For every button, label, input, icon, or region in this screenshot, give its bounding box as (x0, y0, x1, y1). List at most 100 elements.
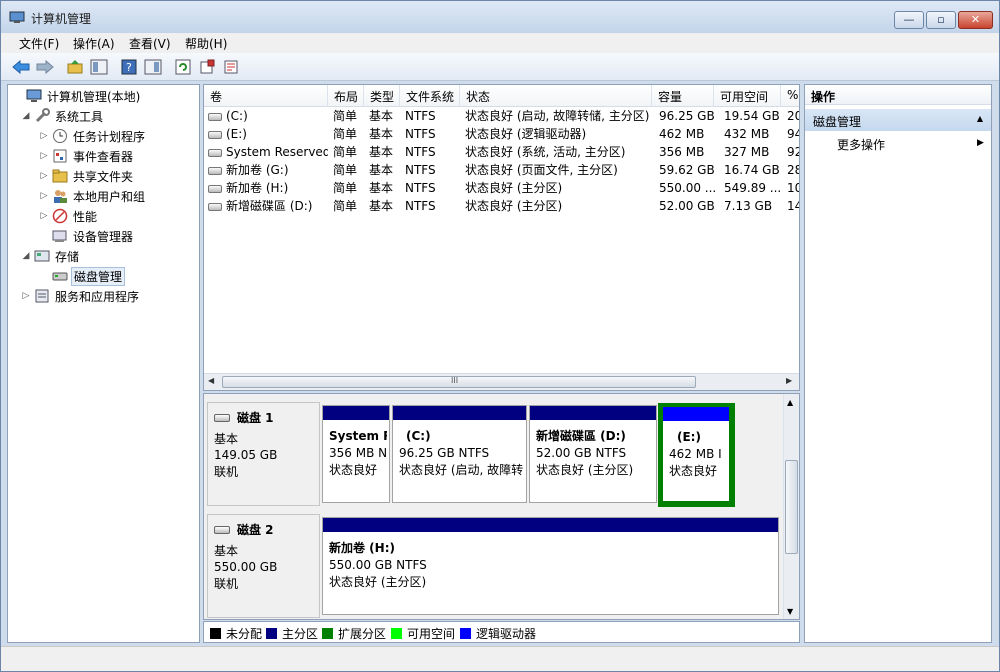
collapse-up-icon[interactable]: ▲ (977, 114, 983, 123)
table-row[interactable]: (E:) 简单基本 NTFS 状态良好 (逻辑驱动器) 462 MB 432 MB 94 (204, 125, 799, 143)
cell-percent: 10 (787, 179, 799, 197)
cell-type: 基本 (369, 143, 401, 161)
show-hide-action-pane-icon[interactable] (143, 57, 163, 77)
partition-h[interactable]: 新加卷 (H:) 550.00 GB NTFS 状态良好 (主分区) (322, 517, 779, 615)
refresh-icon[interactable] (173, 57, 193, 77)
forward-arrow-icon[interactable] (35, 57, 55, 77)
cell-layout: 简单 (333, 197, 365, 215)
scroll-up-icon[interactable]: ▲ (787, 398, 793, 407)
table-row[interactable]: 新加卷 (H:) 简单 基本 NTFS 状态良好 (主分区) 550.00 ... 549.… (204, 179, 799, 197)
horizontal-scrollbar[interactable]: ◀ III ▶ (204, 373, 799, 390)
title-bar[interactable]: 计算机管理 — ▫ ✕ (1, 1, 999, 33)
cell-status: 状态良好 (页面文件, 主分区) (465, 161, 655, 179)
table-row[interactable]: (C:) 简单 基本 NTFS 状态良好 (启动, 故障转储, 主分区) 96.25 GB… (204, 107, 799, 125)
minimize-button[interactable]: — (894, 11, 924, 29)
cell-text: 简单 (333, 127, 358, 141)
cell-text: 状态良好 (逻辑驱动器) (465, 127, 587, 141)
export-list-icon[interactable] (221, 57, 241, 77)
tree-item-system-tools[interactable]: ◢ 系统工具 (20, 107, 105, 125)
close-button[interactable]: ✕ (958, 11, 993, 29)
cell-text: 96.25 GB (659, 109, 715, 123)
menu-file[interactable]: 文件(F) (19, 35, 59, 52)
disk-1-info[interactable]: 磁盘 1 基本 149.05 GB 联机 (207, 402, 320, 506)
tree-item-device-manager[interactable]: 设备管理器 (38, 227, 135, 245)
tree-item-shared-folders[interactable]: ▷ 共享文件夹 (38, 167, 135, 185)
tree-item-disk-management[interactable]: 磁盘管理 (38, 266, 126, 286)
disk-2-info[interactable]: 磁盘 2 基本 550.00 GB 联机 (207, 514, 320, 618)
cell-type: 基本 (369, 125, 401, 143)
disk-name: 磁盘 2 (237, 523, 274, 537)
cell-type: 基本 (369, 161, 401, 179)
cell-text: 52.00 GB (659, 199, 715, 213)
scrollbar-thumb[interactable] (785, 460, 798, 554)
submenu-arrow-icon[interactable]: ▶ (977, 138, 984, 148)
partition-state: 状态良好 (主分区) (536, 463, 634, 477)
up-folder-icon[interactable] (65, 57, 85, 77)
cell-text: NTFS (405, 163, 436, 177)
cell-text: 状态良好 (启动, 故障转储, 主分区) (465, 109, 650, 123)
collapse-triangle-icon[interactable]: ◢ (20, 111, 32, 121)
primary-partition-bar (323, 406, 389, 420)
back-arrow-icon[interactable] (11, 57, 31, 77)
tree-item-local-users[interactable]: ▷ 本地用户和组 (38, 187, 147, 205)
column-header-capacity[interactable]: 容量 (652, 85, 714, 107)
tree-item-event-viewer[interactable]: ▷ 事件查看器 (38, 147, 135, 165)
tree-item-storage[interactable]: ◢ 存储 (20, 247, 81, 265)
cell-text: 28 (787, 163, 799, 177)
partition-c[interactable]: (C:) 96.25 GB NTFS 状态良好 (启动, 故障转 (392, 405, 527, 503)
scroll-down-icon[interactable]: ▼ (787, 607, 793, 616)
maximize-button[interactable]: ▫ (926, 11, 956, 29)
tree-item-services-apps[interactable]: ▷ 服务和应用程序 (20, 287, 141, 305)
expand-triangle-icon[interactable]: ▷ (38, 211, 50, 221)
action-more-actions[interactable]: 更多操作 (837, 136, 885, 153)
scrollbar-thumb[interactable]: III (222, 376, 696, 388)
show-hide-tree-icon[interactable] (89, 57, 109, 77)
cell-layout: 简单 (333, 179, 365, 197)
table-row[interactable]: 新增磁碟區 (D:) 简单 基本 NTFS 状态良好 (主分区) 52.00 GB 7.13… (204, 197, 799, 215)
menu-view[interactable]: 查看(V) (129, 35, 171, 52)
expand-triangle-icon[interactable]: ▷ (38, 131, 50, 141)
column-header-type[interactable]: 类型 (364, 85, 400, 107)
partition-e[interactable]: (E:) 462 MB I 状态良好 (662, 406, 730, 502)
expand-triangle-icon[interactable]: ▷ (20, 291, 32, 301)
legend-swatch (460, 628, 471, 639)
tree-item-computer-management[interactable]: 计算机管理(本地) (12, 87, 142, 105)
column-header-percent[interactable]: % (781, 85, 799, 107)
cell-free-space: 549.89 ... (724, 179, 782, 197)
expand-triangle-icon[interactable]: ▷ (38, 171, 50, 181)
help-icon[interactable]: ? (119, 57, 139, 77)
menu-help[interactable]: 帮助(H) (185, 35, 227, 52)
cell-text: 10 (787, 181, 799, 195)
tree-label: 设备管理器 (73, 229, 134, 244)
cell-text: 状态良好 (主分区) (465, 181, 563, 195)
tree-item-performance[interactable]: ▷ 性能 (38, 207, 99, 225)
cell-free-space: 19.54 GB (724, 107, 782, 125)
collapse-triangle-icon[interactable]: ◢ (20, 251, 32, 261)
partition-system-reserved[interactable]: System R 356 MB N 状态良好 (322, 405, 390, 503)
disk-type: 基本 (214, 432, 239, 446)
partition-d[interactable]: 新增磁碟區 (D:) 52.00 GB NTFS 状态良好 (主分区) (529, 405, 657, 503)
column-header-status[interactable]: 状态 (460, 85, 652, 107)
properties-icon[interactable] (197, 57, 217, 77)
services-icon (34, 288, 50, 304)
table-row[interactable]: System Reserved 简单 基本 NTFS 状态良好 (系统, 活动, 主分区… (204, 143, 799, 161)
column-header-volume[interactable]: 卷 (204, 85, 328, 107)
column-header-free-space[interactable]: 可用空间 (714, 85, 781, 107)
cell-free-space: 327 MB (724, 143, 782, 161)
legend-label: 主分区 (282, 627, 319, 641)
expand-triangle-icon[interactable]: ▷ (38, 191, 50, 201)
cell-text: 16.74 GB (724, 163, 780, 177)
vertical-scrollbar[interactable]: ▲ ▼ (783, 394, 799, 619)
actions-section-disk-management[interactable]: 磁盘管理 ▲ (805, 109, 991, 131)
column-header-layout[interactable]: 布局 (328, 85, 364, 107)
tree-item-task-scheduler[interactable]: ▷ 任务计划程序 (38, 127, 147, 145)
column-header-filesystem[interactable]: 文件系统 (400, 85, 460, 107)
scroll-right-icon[interactable]: ▶ (786, 376, 792, 385)
scroll-left-icon[interactable]: ◀ (208, 376, 214, 385)
menu-action[interactable]: 操作(A) (73, 35, 115, 52)
cell-percent: 94 (787, 125, 799, 143)
cell-text: 基本 (369, 199, 394, 213)
table-row[interactable]: 新加卷 (G:) 简单 基本 NTFS 状态良好 (页面文件, 主分区) 59.62 GB… (204, 161, 799, 179)
expand-triangle-icon[interactable]: ▷ (38, 151, 50, 161)
legend-swatch (266, 628, 277, 639)
